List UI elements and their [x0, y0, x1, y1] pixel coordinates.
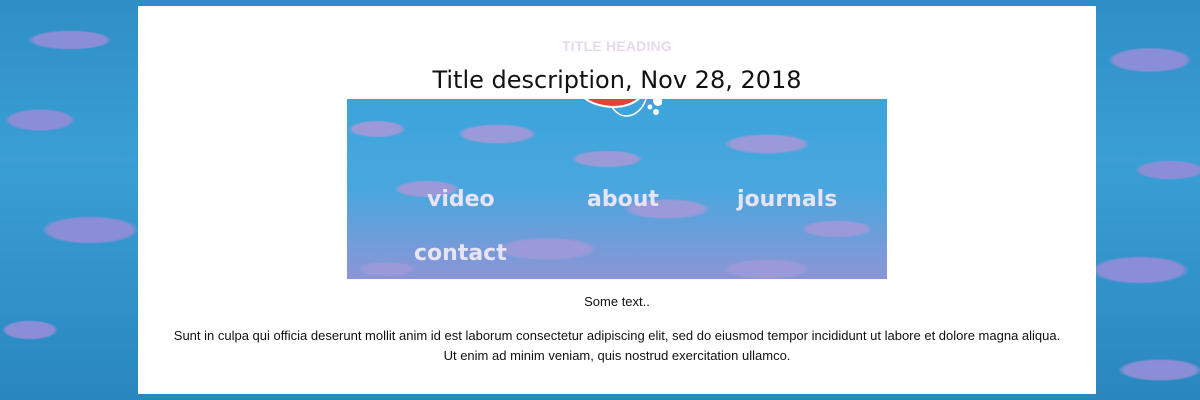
nav-link-video[interactable]: video — [427, 187, 495, 212]
title-heading: TITLE HEADING — [562, 38, 672, 54]
nav-link-contact[interactable]: contact — [414, 241, 507, 266]
body-paragraph: Sunt in culpa qui officia deserunt molli… — [173, 328, 1061, 363]
life-ring-float-icon — [584, 99, 662, 117]
content-card: TITLE HEADING Title description, Nov 28,… — [138, 6, 1096, 394]
nav-link-about[interactable]: about — [587, 187, 659, 212]
title-description: Title description, Nov 28, 2018 — [432, 66, 802, 94]
intro-text: Some text.. — [584, 294, 650, 309]
nav-link-journals[interactable]: journals — [737, 187, 837, 212]
header-banner: video about journals contact — [347, 99, 887, 279]
